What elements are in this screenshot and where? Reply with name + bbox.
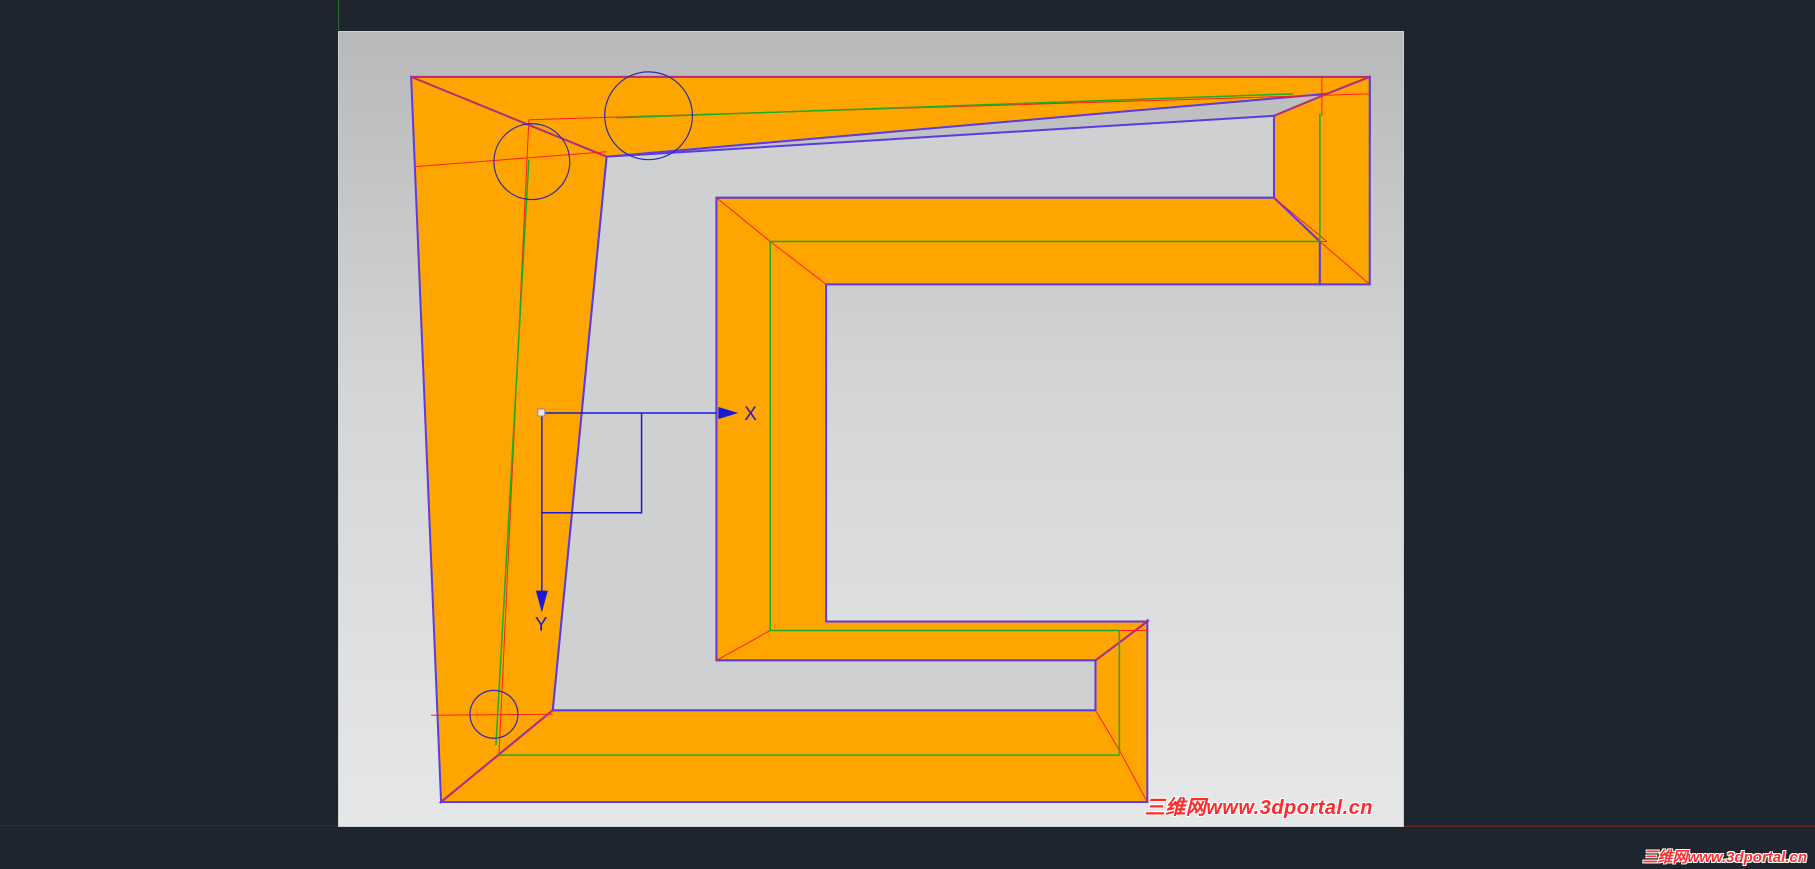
bottom-red-marker — [1403, 826, 1815, 827]
sketch-canvas[interactable]: X Y — [339, 32, 1403, 826]
cad-viewport[interactable]: X Y 三维网www.3dportal.cn — [338, 31, 1404, 827]
viewport-watermark: 三维网www.3dportal.cn — [1144, 797, 1373, 819]
origin-marker — [537, 408, 546, 417]
y-axis-label: Y — [535, 614, 548, 635]
top-green-marker — [338, 0, 339, 30]
profile-shape[interactable] — [410, 75, 1371, 805]
corner-watermark: 三维网www.3dportal.cn — [1642, 849, 1807, 866]
x-axis-label: X — [744, 404, 757, 425]
c-channel-face — [715, 196, 1321, 662]
